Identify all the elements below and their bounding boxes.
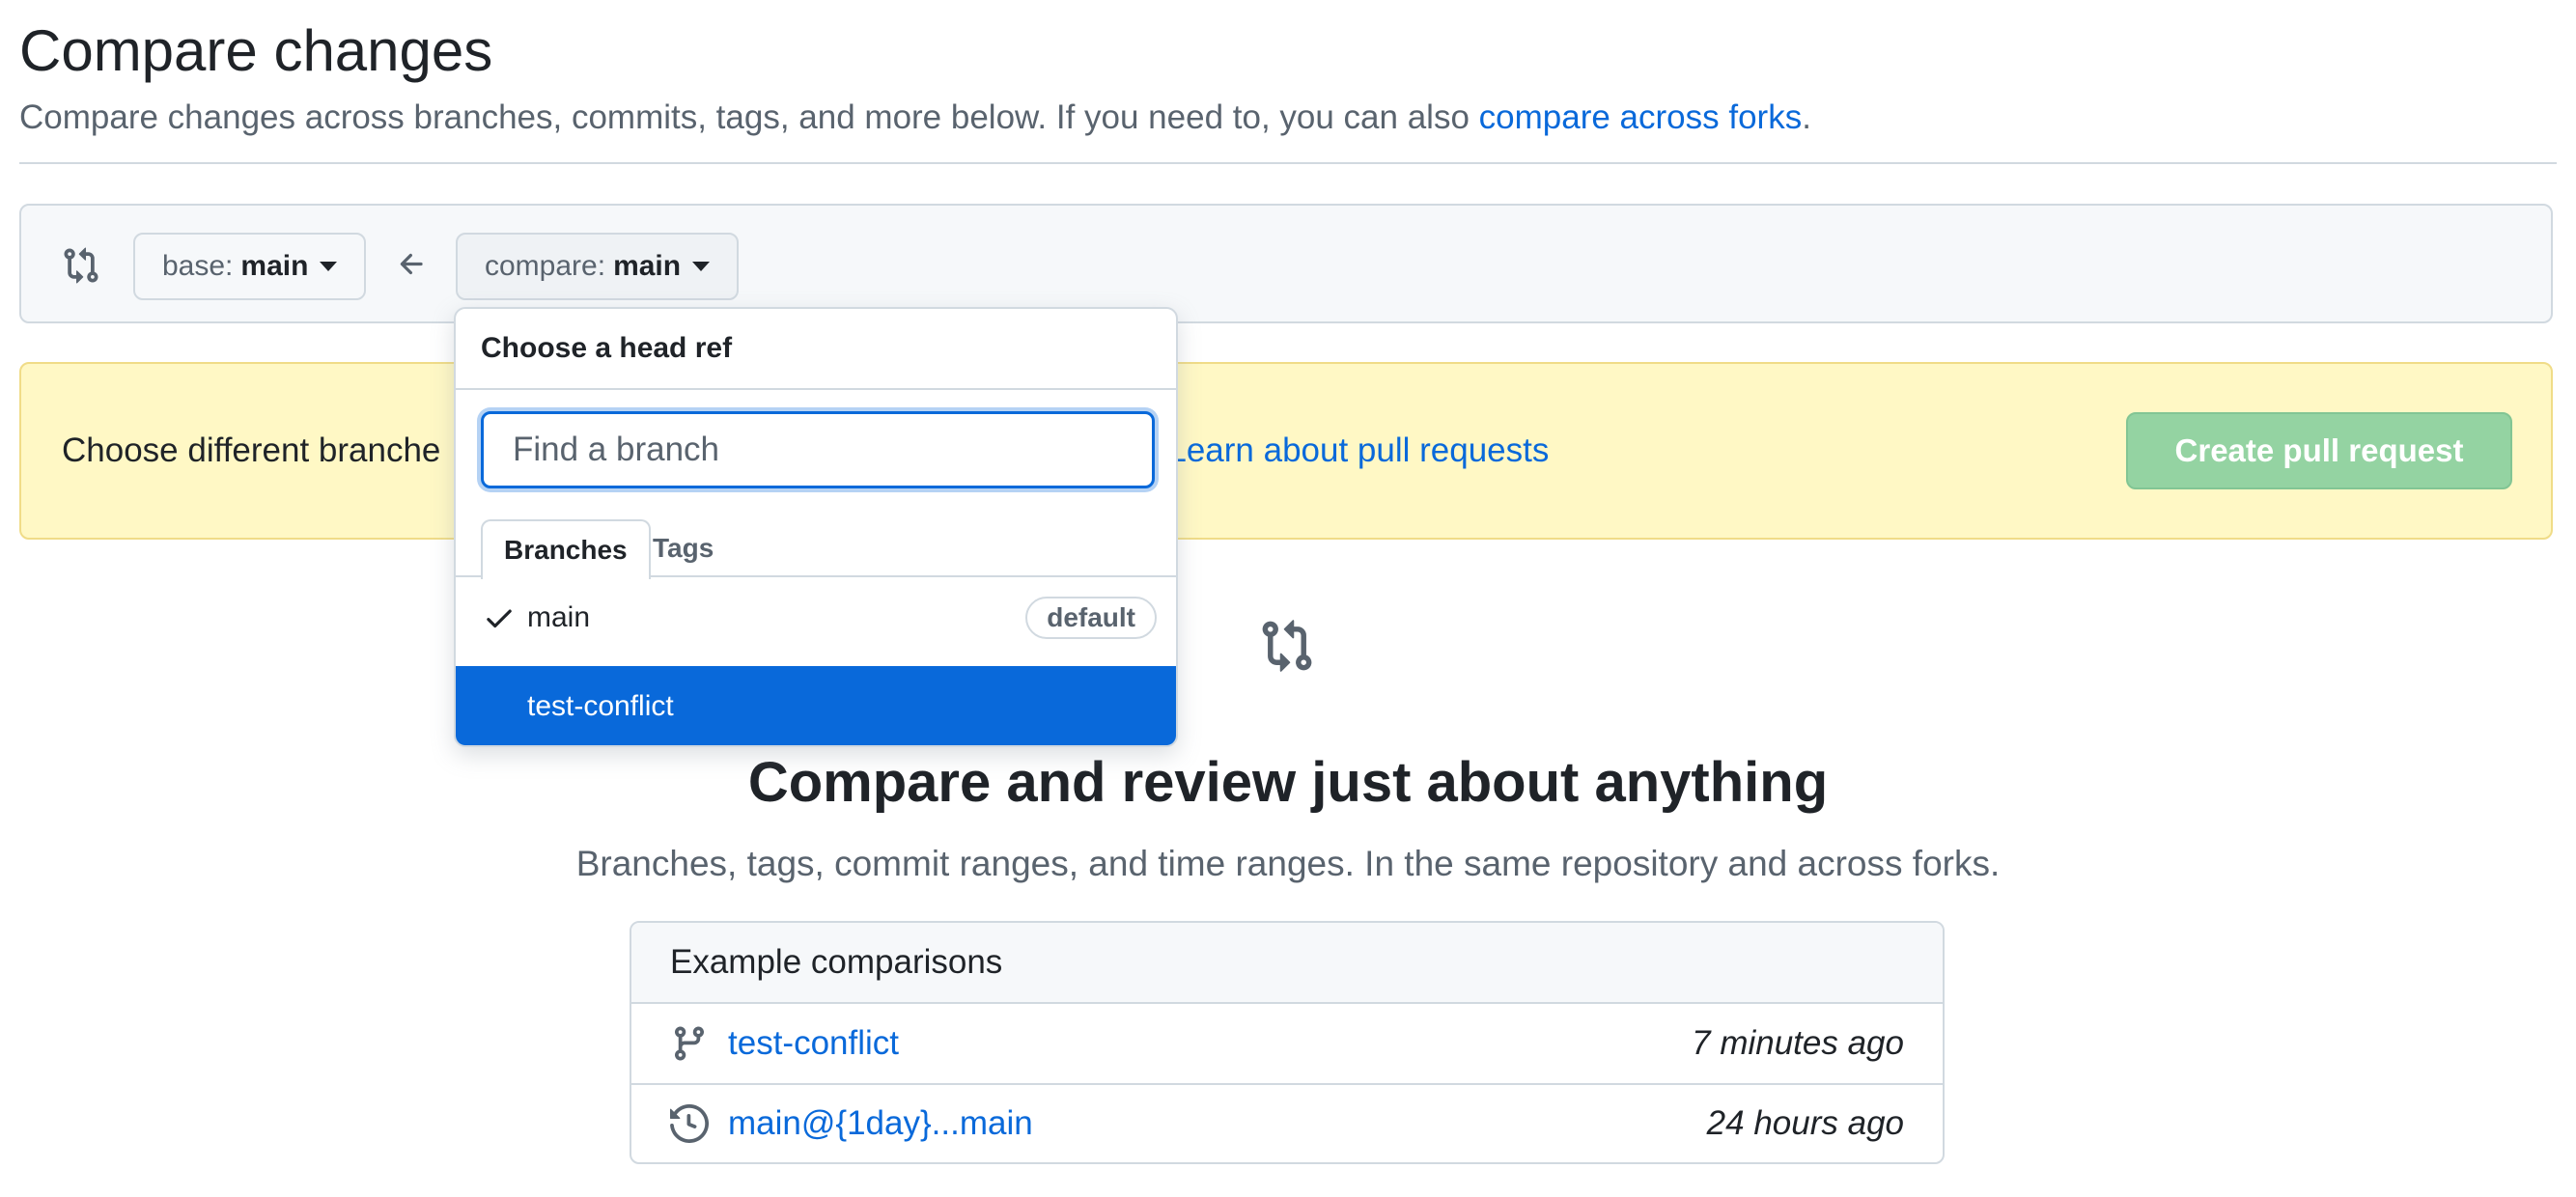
branch-item-main[interactable]: main default [456, 577, 1176, 658]
blankslate-description: Branches, tags, commit ranges, and time … [575, 844, 2001, 883]
compare-flash: Choose different branches. Learn about p… [19, 362, 2553, 540]
compare-label: compare: [485, 250, 606, 282]
example-link-test-conflict[interactable]: test-conflict [728, 1024, 899, 1063]
learn-pull-requests-link[interactable]: Learn about pull requests [1167, 431, 1549, 469]
base-branch-button[interactable]: base: main [133, 233, 367, 300]
range-editor: base: main compare: main [19, 204, 2553, 323]
default-badge: default [1025, 597, 1157, 639]
compare-icon [1262, 620, 1312, 672]
blankslate-title: Compare and review just about anything [747, 751, 1829, 814]
example-comparisons-header: Example comparisons [631, 923, 1943, 1004]
tab-tags[interactable]: Tags [631, 519, 735, 577]
example-link-main-1day[interactable]: main@{1day}...main [728, 1104, 1033, 1143]
branch-filter-input[interactable] [481, 411, 1155, 488]
page-title: Compare changes [19, 18, 493, 83]
page-subtitle: Compare changes across branches, commits… [19, 97, 1811, 139]
subtitle-text: Compare changes across branches, commits… [19, 98, 1479, 136]
caret-down-icon [692, 262, 711, 271]
base-label: base: [162, 250, 234, 282]
flash-text-start: Choose different branche [62, 431, 441, 469]
check-icon [487, 609, 512, 628]
arrow-left-icon [400, 253, 423, 275]
example-row: test-conflict 7 minutes ago [631, 1004, 1943, 1083]
example-time: 7 minutes ago [1692, 1024, 1904, 1062]
head-ref-dropdown: Choose a head ref Branches Tags main def… [454, 307, 1178, 747]
compare-branch-button[interactable]: compare: main [456, 233, 740, 300]
caret-down-icon [320, 262, 338, 271]
branch-item-test-conflict[interactable]: test-conflict [456, 666, 1176, 745]
branch-name: main [527, 601, 591, 633]
base-branch-name: main [240, 250, 309, 282]
branch-name: test-conflict [527, 690, 674, 722]
tab-branches[interactable]: Branches [481, 519, 651, 579]
compare-across-forks-link[interactable]: compare across forks [1479, 98, 1803, 136]
header-divider [19, 162, 2557, 164]
compare-icon [64, 247, 98, 284]
example-time: 24 hours ago [1706, 1104, 1904, 1142]
ref-type-tabs: Branches Tags [456, 519, 1176, 579]
example-comparisons: Example comparisons test-conflict 7 minu… [630, 921, 1945, 1164]
example-row: main@{1day}...main 24 hours ago [631, 1083, 1943, 1162]
branch-icon [674, 1026, 704, 1061]
create-pull-request-button[interactable]: Create pull request [2126, 412, 2512, 489]
compare-branch-name: main [613, 250, 682, 282]
dropdown-title: Choose a head ref [456, 309, 1176, 390]
subtitle-period: . [1802, 98, 1811, 136]
history-icon [670, 1104, 709, 1143]
